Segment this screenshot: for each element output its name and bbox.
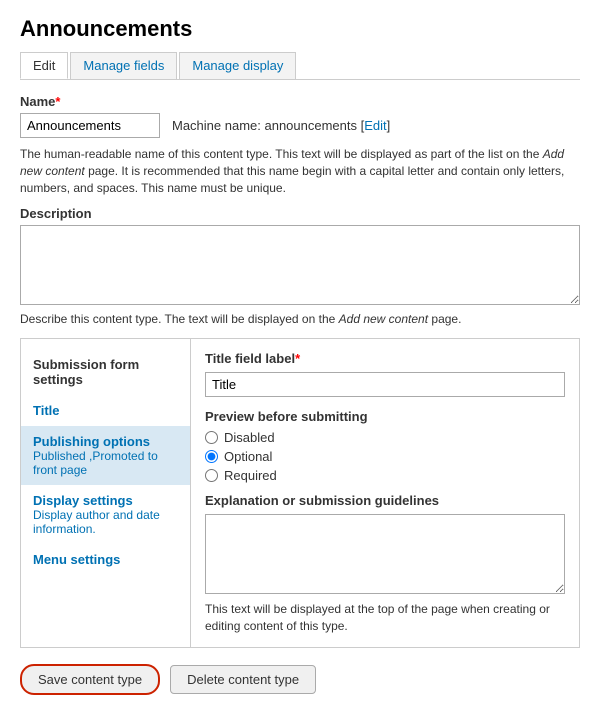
page-title: Announcements — [20, 16, 580, 42]
tab-edit[interactable]: Edit — [20, 52, 68, 79]
sidebar-item-menu[interactable]: Menu settings — [21, 544, 190, 575]
preview-label: Preview before submitting — [205, 409, 565, 424]
settings-box: Submission form settings Title Publishin… — [20, 338, 580, 648]
radio-required-input[interactable] — [205, 469, 218, 482]
sidebar-title: Submission form settings — [21, 349, 190, 395]
title-field-input[interactable] — [205, 372, 565, 397]
radio-optional-label: Optional — [224, 449, 272, 464]
radio-disabled-label: Disabled — [224, 430, 275, 445]
description-textarea[interactable] — [20, 225, 580, 305]
footer-buttons: Save content type Delete content type — [20, 664, 580, 695]
radio-optional-input[interactable] — [205, 450, 218, 463]
settings-content: Title field label* Preview before submit… — [191, 339, 579, 647]
radio-required: Required — [205, 468, 565, 483]
tab-manage-display[interactable]: Manage display — [179, 52, 296, 79]
description-footer: Describe this content type. The text wil… — [20, 312, 580, 326]
explanation-hint: This text will be displayed at the top o… — [205, 601, 565, 635]
radio-disabled: Disabled — [205, 430, 565, 445]
radio-disabled-input[interactable] — [205, 431, 218, 444]
sidebar-item-title[interactable]: Title — [21, 395, 190, 426]
name-hint: The human-readable name of this content … — [20, 146, 580, 196]
radio-required-label: Required — [224, 468, 277, 483]
machine-name-edit-link[interactable]: Edit — [364, 118, 386, 133]
sidebar-item-publishing[interactable]: Publishing options Published ,Promoted t… — [21, 426, 190, 485]
machine-name: Machine name: announcements [Edit] — [172, 118, 390, 133]
save-content-type-button[interactable]: Save content type — [20, 664, 160, 695]
tab-bar: Edit Manage fields Manage display — [20, 52, 580, 80]
description-label: Description — [20, 206, 580, 221]
sidebar-item-display[interactable]: Display settings Display author and date… — [21, 485, 190, 544]
settings-sidebar: Submission form settings Title Publishin… — [21, 339, 191, 647]
name-input[interactable] — [20, 113, 160, 138]
tab-manage-fields[interactable]: Manage fields — [70, 52, 177, 79]
explanation-label: Explanation or submission guidelines — [205, 493, 565, 508]
explanation-textarea[interactable] — [205, 514, 565, 594]
title-field-label: Title field label* — [205, 351, 565, 366]
name-label: Name* — [20, 94, 580, 109]
delete-content-type-button[interactable]: Delete content type — [170, 665, 316, 694]
radio-optional: Optional — [205, 449, 565, 464]
name-row: Machine name: announcements [Edit] — [20, 113, 580, 138]
